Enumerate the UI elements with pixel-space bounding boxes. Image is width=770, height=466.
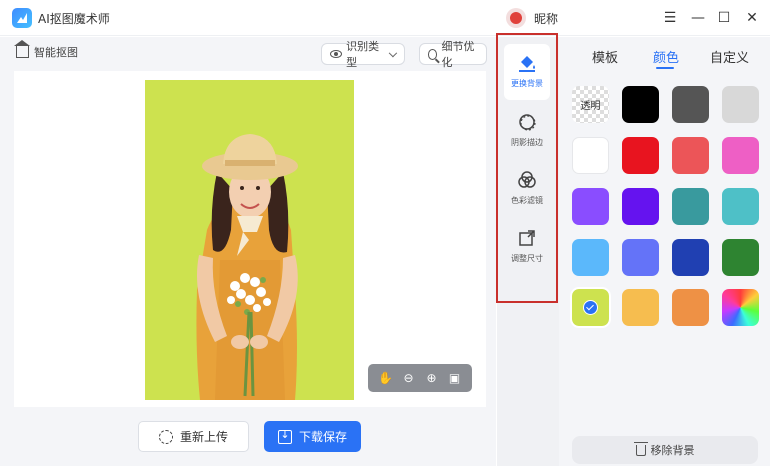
close-icon[interactable]: ✕: [742, 8, 762, 28]
zoom-out-icon[interactable]: ⊖: [401, 370, 417, 386]
swatch-purple[interactable]: [572, 188, 609, 225]
user-nickname[interactable]: 昵称: [534, 10, 558, 27]
swatch-white[interactable]: [572, 137, 609, 174]
tab-color[interactable]: 颜色: [653, 47, 679, 66]
fit-screen-icon[interactable]: ▣: [447, 370, 463, 386]
app-title: AI抠图魔术师: [38, 12, 110, 26]
swatch-black[interactable]: [622, 86, 659, 123]
tab-active-indicator: [656, 67, 674, 69]
swatch-red[interactable]: [622, 137, 659, 174]
hand-pan-icon[interactable]: ✋: [378, 370, 394, 386]
refresh-icon: [158, 429, 173, 444]
home-icon: [14, 40, 30, 58]
swatch-transparent-label: 透明: [580, 101, 601, 112]
tools-highlight-frame: [496, 33, 558, 303]
minimize-icon[interactable]: —: [688, 8, 708, 28]
swatch-cyan[interactable]: [722, 188, 759, 225]
reupload-label: 重新上传: [179, 430, 228, 444]
user-avatar[interactable]: [506, 8, 526, 28]
tab-template[interactable]: 模板: [592, 47, 618, 66]
magnifier-icon: [428, 48, 438, 60]
recognize-type-dropdown[interactable]: 识别类型: [321, 40, 405, 69]
detail-optimize-label: 细节优化: [441, 40, 475, 69]
smart-cutout-breadcrumb[interactable]: 智能抠图: [14, 40, 78, 60]
swatch-light-gray[interactable]: [722, 86, 759, 123]
swatch-yellow-orange[interactable]: [622, 289, 659, 326]
swatch-teal[interactable]: [672, 188, 709, 225]
canvas-zoom-toolbar: ✋ ⊖ ⊕ ▣: [368, 364, 472, 392]
smart-cutout-label: 智能抠图: [34, 46, 78, 59]
swatch-lime[interactable]: [570, 287, 611, 328]
maximize-icon[interactable]: ☐: [714, 8, 734, 28]
app-logo-icon: [12, 8, 32, 28]
swatch-transparent[interactable]: 透明: [572, 86, 609, 123]
selected-check-icon: [583, 300, 598, 315]
tab-custom[interactable]: 自定义: [710, 47, 749, 66]
swatch-green[interactable]: [722, 239, 759, 276]
swatch-dark-gray[interactable]: [672, 86, 709, 123]
trash-icon: [633, 441, 648, 456]
swatch-violet[interactable]: [622, 188, 659, 225]
swatch-navy[interactable]: [672, 239, 709, 276]
swatch-sky-blue[interactable]: [572, 239, 609, 276]
swatch-periwinkle[interactable]: [622, 239, 659, 276]
reupload-button[interactable]: 重新上传: [138, 421, 249, 452]
swatch-rainbow[interactable]: [722, 289, 759, 326]
menu-icon[interactable]: ☰: [660, 8, 680, 28]
chevron-down-icon: [389, 48, 398, 57]
swatch-light-red[interactable]: [672, 137, 709, 174]
zoom-in-icon[interactable]: ⊕: [424, 370, 440, 386]
swatch-orange[interactable]: [672, 289, 709, 326]
download-save-label: 下载保存: [298, 430, 347, 444]
detail-optimize-button[interactable]: 细节优化: [419, 40, 487, 69]
download-icon: [277, 428, 292, 444]
remove-background-button[interactable]: 移除背景: [572, 436, 758, 464]
woman-in-yellow-dress-image: [196, 134, 298, 400]
cutout-photo: [145, 80, 354, 400]
remove-background-label: 移除背景: [650, 444, 695, 457]
title-bar: AI抠图魔术师 昵称 ☰ — ☐ ✕: [0, 0, 770, 36]
download-save-button[interactable]: 下载保存: [264, 421, 361, 452]
eye-icon: [330, 50, 343, 58]
swatch-pink[interactable]: [722, 137, 759, 174]
recognize-type-label: 识别类型: [346, 40, 380, 69]
